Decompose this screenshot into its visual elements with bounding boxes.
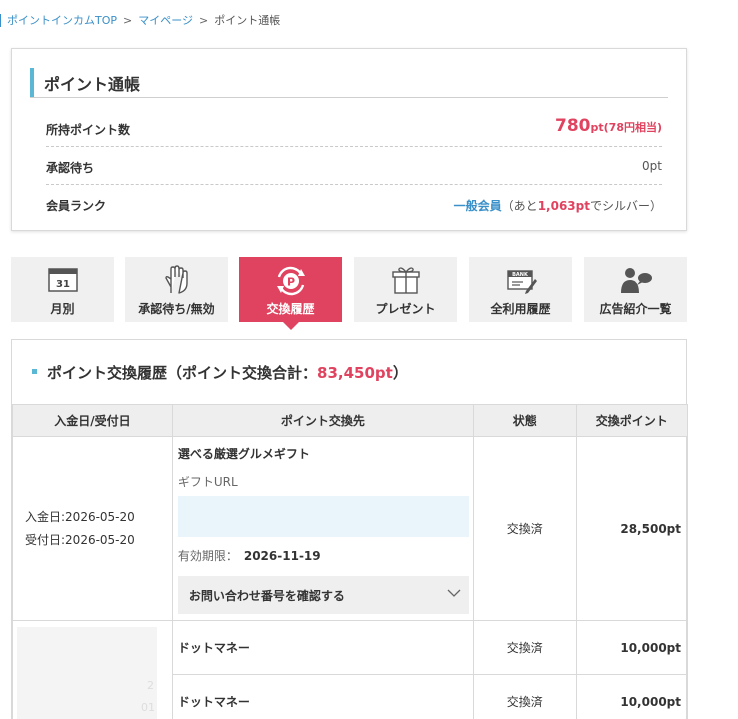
- blurred-date-cell: 2 01: [12, 620, 173, 719]
- tab-pending-invalid[interactable]: 承認待ち/無効: [125, 257, 228, 322]
- tab-all-history-label: 全利用履歴: [490, 302, 551, 316]
- calendar-icon: 31: [47, 265, 79, 297]
- destination-cell: ドットマネー: [171, 620, 474, 675]
- exchange-history-panel: ポイント交換履歴（ポイント交換合計：83,450pt） 入金日/受付日 ポイント…: [11, 339, 689, 719]
- column-header-destination: ポイント交換先: [171, 404, 474, 437]
- tab-monthly-label: 月別: [50, 302, 75, 316]
- breadcrumb-separator: >: [123, 13, 133, 27]
- hand-icon: [163, 265, 191, 299]
- summary-header: ポイント通帳: [30, 68, 668, 98]
- expiry-date: 2026-11-19: [243, 549, 321, 563]
- table-header-row: 入金日/受付日 ポイント交換先 状態 交換ポイント: [12, 404, 689, 437]
- blurred-content: [17, 626, 157, 719]
- expiry-line: 有効期限： 2026-11-19: [178, 547, 469, 564]
- tab-present-label: プレゼント: [375, 302, 436, 316]
- table-row: 2 01 ドットマネー 交換済 10,000pt: [12, 620, 689, 719]
- history-tabs: 31 月別 承認待ち/無効 P 交換履歴 プレゼント BANK 全利用履歴 広告…: [11, 257, 687, 330]
- exchange-history-table: 入金日/受付日 ポイント交換先 状態 交換ポイント 入金日:2026-05-20…: [12, 404, 689, 719]
- blurred-digit: 2: [147, 679, 154, 692]
- destination-cell: ドットマネー: [171, 674, 474, 719]
- column-header-status: 状態: [472, 404, 577, 437]
- status-cell: 交換済: [472, 620, 577, 675]
- bank-card-icon: BANK: [505, 265, 537, 299]
- inquiry-number-toggle[interactable]: お問い合わせ番号を確認する: [177, 576, 469, 614]
- calendar-icon-number: 31: [56, 279, 70, 290]
- accept-date: 受付日:2026-05-20: [25, 532, 135, 547]
- rank-prefix: （あと: [501, 199, 538, 213]
- history-title-suffix: ）: [392, 364, 408, 382]
- column-header-date: 入金日/受付日: [12, 404, 173, 437]
- breadcrumb: ポイントインカムTOP > マイページ > ポイント通帳: [0, 12, 280, 28]
- point-exchange-icon: P: [274, 265, 308, 301]
- held-points-row: 所持ポイント数 780pt(78円相当): [46, 109, 662, 147]
- table-row: 入金日:2026-05-20 受付日:2026-05-20 選べる厳選グルメギフ…: [12, 436, 689, 621]
- chevron-down-icon: [447, 587, 461, 599]
- inquiry-label: お問い合わせ番号を確認する: [188, 589, 345, 603]
- title-accent-bar: [30, 68, 34, 97]
- held-points-unit: pt(78円相当): [590, 121, 663, 134]
- exchange-history-title: ポイント交換履歴（ポイント交換合計：83,450pt）: [32, 362, 408, 383]
- breadcrumb-link-top[interactable]: ポイントインカムTOP: [7, 12, 117, 28]
- exchange-item-name: ドットマネー: [177, 641, 250, 655]
- member-rank-row: 会員ランク 一般会員（あと1,063ptでシルバー）: [46, 185, 662, 223]
- points-cell: 10,000pt: [575, 620, 689, 675]
- tab-pending-label: 承認待ち/無効: [138, 302, 215, 316]
- held-points-label: 所持ポイント数: [46, 123, 131, 137]
- tab-exchange-label: 交換履歴: [266, 302, 315, 316]
- gift-url-label: ギフトURL: [177, 475, 238, 489]
- history-title-prefix: ポイント交換履歴（ポイント交換合計：: [47, 364, 318, 382]
- expiry-label: 有効期限：: [177, 549, 238, 563]
- destination-cell: 選べる厳選グルメギフト ギフトURL 有効期限： 2026-11-19 お問い合わ…: [171, 436, 474, 621]
- status-cell: 交換済: [472, 674, 577, 719]
- tab-exchange-history[interactable]: P 交換履歴: [239, 257, 342, 330]
- exchange-item-name: ドットマネー: [177, 695, 250, 709]
- rank-points-needed: 1,063pt: [537, 199, 590, 213]
- member-rank-value: 一般会員（あと1,063ptでシルバー）: [454, 197, 662, 214]
- held-points-number: 780: [555, 116, 591, 136]
- pending-points-label: 承認待ち: [46, 161, 95, 175]
- tab-present[interactable]: プレゼント: [354, 257, 457, 322]
- point-summary-panel: ポイント通帳 所持ポイント数 780pt(78円相当) 承認待ち 0pt 会員ラ…: [11, 48, 687, 231]
- held-points-value: 780pt(78円相当): [555, 116, 662, 136]
- status-cell: 交換済: [472, 436, 577, 621]
- pending-points-row: 承認待ち 0pt: [46, 147, 662, 185]
- exchange-item-name: 選べる厳選グルメギフト: [177, 447, 310, 461]
- breadcrumb-current: ポイント通帳: [214, 14, 281, 27]
- svg-text:BANK: BANK: [512, 272, 529, 278]
- rank-name-link[interactable]: 一般会員: [454, 199, 502, 213]
- column-header-points: 交換ポイント: [575, 404, 689, 437]
- blurred-digit: 01: [141, 701, 155, 714]
- exchange-total-points: 83,450pt: [317, 364, 393, 382]
- tab-ad-referral-label: 広告紹介一覧: [599, 302, 672, 316]
- svg-text:P: P: [286, 276, 294, 289]
- tab-monthly[interactable]: 31 月別: [11, 257, 114, 322]
- gift-url-field[interactable]: [177, 496, 469, 537]
- rank-suffix: でシルバー）: [589, 199, 662, 213]
- deposit-date: 入金日:2026-05-20: [25, 509, 135, 524]
- tab-all-history[interactable]: BANK 全利用履歴: [469, 257, 572, 322]
- member-rank-label: 会員ランク: [46, 199, 107, 213]
- page-title: ポイント通帳: [44, 75, 141, 94]
- breadcrumb-link-mypage[interactable]: マイページ: [138, 12, 193, 28]
- gift-icon: [391, 265, 421, 299]
- date-cell: 入金日:2026-05-20 受付日:2026-05-20: [12, 436, 173, 621]
- points-cell: 10,000pt: [575, 674, 689, 719]
- points-cell: 28,500pt: [575, 436, 689, 621]
- tab-ad-referral[interactable]: 広告紹介一覧: [584, 257, 687, 322]
- pending-points-value: 0pt: [642, 159, 662, 173]
- breadcrumb-divider: [0, 13, 1, 27]
- person-chat-icon: [619, 265, 653, 299]
- breadcrumb-separator: >: [199, 13, 209, 27]
- title-bullet: [32, 369, 37, 374]
